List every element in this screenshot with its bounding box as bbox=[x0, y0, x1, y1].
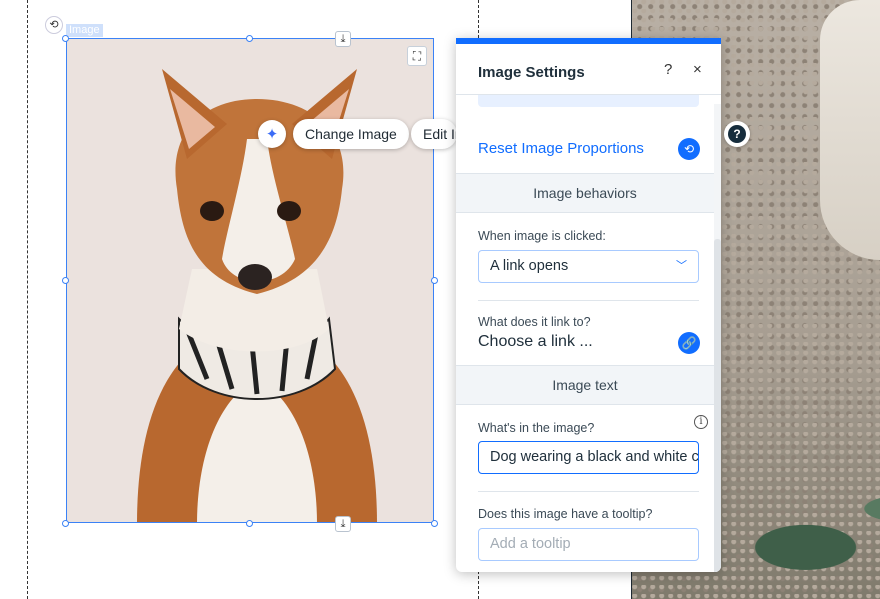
element-name-tag: Image bbox=[66, 24, 103, 37]
click-action-label: When image is clicked: bbox=[478, 229, 606, 243]
tooltip-label: Does this image have a tooltip? bbox=[478, 507, 653, 521]
help-icon[interactable]: ? bbox=[664, 61, 672, 78]
link-icon[interactable]: 🔗 bbox=[678, 332, 700, 354]
ai-sparkle-icon[interactable]: ✦ bbox=[258, 120, 286, 148]
stretch-top-icon[interactable]: ⤓ bbox=[335, 31, 351, 47]
panel-title: Image Settings bbox=[478, 64, 585, 81]
image-settings-panel: Image Settings ? × Reset Image Proportio… bbox=[456, 38, 721, 572]
resize-handle-right[interactable] bbox=[431, 277, 438, 284]
dog-photo bbox=[67, 39, 433, 522]
stretch-bottom-icon[interactable]: ⤓ bbox=[335, 516, 351, 532]
rotate-icon[interactable]: ⟲ bbox=[45, 16, 63, 34]
info-icon[interactable]: i bbox=[694, 415, 708, 429]
scrolled-notice bbox=[478, 95, 699, 107]
alt-text-label: What's in the image? bbox=[478, 421, 595, 435]
alt-text-input[interactable]: Dog wearing a black and white collar bbox=[478, 441, 699, 474]
click-action-value: A link opens bbox=[490, 258, 569, 274]
help-icon: ? bbox=[728, 125, 746, 143]
help-button[interactable]: ? bbox=[724, 121, 750, 147]
section-image-text: Image text bbox=[456, 365, 714, 405]
chevron-down-icon: ﹀ bbox=[676, 260, 687, 272]
resize-handle-bottom-left[interactable] bbox=[62, 520, 69, 527]
change-image-button[interactable]: Change Image bbox=[293, 119, 409, 149]
reset-proportions-link[interactable]: Reset Image Proportions bbox=[478, 140, 644, 157]
section-image-behaviors: Image behaviors bbox=[456, 173, 714, 213]
reset-icon[interactable]: ⟲ bbox=[678, 138, 700, 160]
field-divider bbox=[478, 491, 699, 492]
link-target-value[interactable]: Choose a link ... bbox=[478, 333, 593, 351]
resize-handle-top[interactable] bbox=[246, 35, 253, 42]
person-figure bbox=[820, 0, 880, 260]
close-icon[interactable]: × bbox=[693, 61, 702, 78]
page-guide-left bbox=[27, 0, 28, 599]
link-target-label: What does it link to? bbox=[478, 315, 591, 329]
crop-icon[interactable]: ⛶ bbox=[407, 46, 427, 66]
selected-image[interactable] bbox=[66, 38, 434, 523]
resize-handle-top-left[interactable] bbox=[62, 35, 69, 42]
resize-handle-bottom[interactable] bbox=[246, 520, 253, 527]
field-divider bbox=[478, 300, 699, 301]
resize-handle-bottom-right[interactable] bbox=[431, 520, 438, 527]
tooltip-input[interactable]: Add a tooltip bbox=[478, 528, 699, 561]
click-action-dropdown[interactable]: A link opens ﹀ bbox=[478, 250, 699, 283]
scrollbar-thumb[interactable] bbox=[714, 239, 721, 572]
edit-image-button[interactable]: Edit Image bbox=[411, 119, 457, 149]
resize-handle-left[interactable] bbox=[62, 277, 69, 284]
